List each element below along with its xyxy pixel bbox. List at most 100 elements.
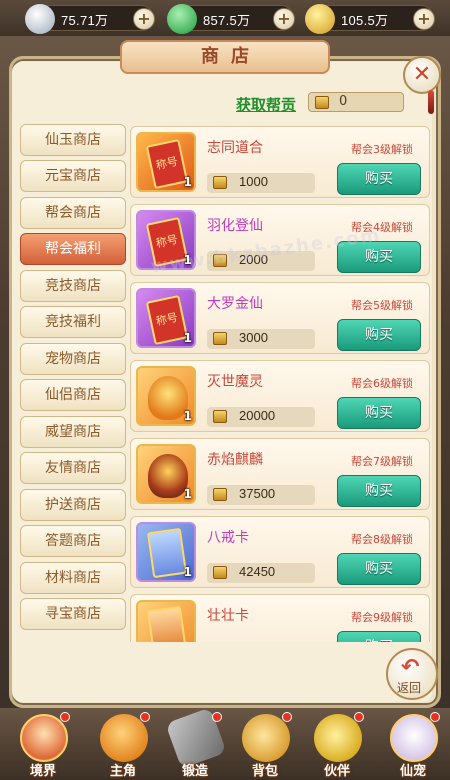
tab-friendship-shop[interactable]: 友情商店	[20, 452, 126, 484]
contribution-coin-icon	[213, 176, 227, 189]
tassel-ornament	[428, 90, 434, 114]
contribution-coin-icon	[213, 488, 227, 501]
tab-arena-welfare[interactable]: 竞技福利	[20, 306, 126, 338]
add-silver-button[interactable]: +	[133, 8, 155, 30]
get-contribution-link[interactable]: 获取帮贡	[236, 94, 296, 115]
buy-button[interactable]: 购买	[337, 319, 421, 351]
back-arrow-icon: ↶	[401, 655, 420, 680]
item-count: 1	[183, 487, 192, 501]
tab-arena-shop[interactable]: 竞技商店	[20, 270, 126, 302]
item-price-value: 42450	[239, 564, 276, 579]
unlock-requirement: 帮会5级解锁	[351, 299, 413, 312]
tab-guild-welfare[interactable]: 帮会福利	[20, 233, 126, 265]
item-count: 1	[183, 331, 192, 345]
notification-dot	[354, 712, 364, 722]
contribution-coin-icon	[213, 566, 227, 579]
silver-ingot-icon	[25, 4, 55, 34]
nav-hero[interactable]: 主角	[92, 712, 154, 779]
list-item: 1 八戒卡 42450 帮会8级解锁 购买	[130, 516, 430, 588]
page-title: 商店	[201, 46, 261, 67]
tab-pet-shop[interactable]: 宠物商店	[20, 343, 126, 375]
item-price: 42450	[207, 563, 315, 583]
contribution-value: 0	[339, 94, 348, 109]
currency-silver-value: 75.71万	[61, 13, 109, 28]
currency-gold: 105.5万 +	[305, 4, 435, 34]
pet-icon[interactable]: 1	[136, 444, 196, 504]
tab-material-shop[interactable]: 材料商店	[20, 562, 126, 594]
nav-label: 境界	[29, 764, 56, 779]
title-card-icon[interactable]: 称号 1	[136, 132, 196, 192]
unlock-requirement: 帮会6级解锁	[351, 377, 413, 390]
nav-label: 仙宠	[399, 764, 426, 779]
nav-label: 锻造	[181, 764, 208, 779]
nav-pet[interactable]: 仙宠	[382, 712, 444, 779]
jade-icon	[167, 4, 197, 34]
tab-escort-shop[interactable]: 护送商店	[20, 489, 126, 521]
buy-button[interactable]: 购买	[337, 475, 421, 507]
list-item: 1 灭世魔灵 20000 帮会6级解锁 购买	[130, 360, 430, 432]
notification-dot	[212, 712, 222, 722]
list-item: 称号 1 志同道合 1000 帮会3级解锁 购买	[130, 126, 430, 198]
currency-jade: 857.5万 +	[167, 4, 295, 34]
item-name: 大罗金仙	[207, 296, 263, 312]
buy-button[interactable]: 购买	[337, 553, 421, 585]
card-face	[146, 605, 188, 642]
tab-prestige-shop[interactable]: 威望商店	[20, 416, 126, 448]
tab-treasure-shop[interactable]: 寻宝商店	[20, 598, 126, 630]
notification-dot	[140, 712, 150, 722]
unlock-requirement: 帮会9级解锁	[351, 611, 413, 624]
contribution-coin-icon	[213, 332, 227, 345]
list-item: 1 赤焰麒麟 37500 帮会7级解锁 购买	[130, 438, 430, 510]
tab-quiz-shop[interactable]: 答题商店	[20, 525, 126, 557]
close-icon: ✕	[412, 62, 432, 87]
buy-button[interactable]: 购买	[337, 397, 421, 429]
item-price-value: 3000	[239, 330, 268, 345]
close-button[interactable]: ✕	[403, 56, 441, 94]
item-price: 37500	[207, 485, 315, 505]
contribution-coin-icon	[315, 96, 329, 109]
currency-gold-value: 105.5万	[341, 13, 389, 28]
card-face: 称号	[145, 138, 189, 190]
tab-companion-shop[interactable]: 仙侣商店	[20, 379, 126, 411]
item-price: 3000	[207, 329, 315, 349]
buy-button[interactable]: 购买	[337, 163, 421, 195]
nav-label: 背包	[251, 764, 278, 779]
nav-label: 主角	[109, 764, 136, 779]
tab-yuanbao-shop[interactable]: 元宝商店	[20, 160, 126, 192]
nav-bag[interactable]: 背包	[234, 712, 296, 779]
nav-realm[interactable]: 境界	[12, 712, 74, 779]
item-count: 1	[183, 409, 192, 423]
item-name: 灭世魔灵	[207, 374, 263, 390]
item-price-value: 1000	[239, 174, 268, 189]
unlock-requirement: 帮会3级解锁	[351, 143, 413, 156]
item-price: 20000	[207, 407, 315, 427]
back-button[interactable]: ↶ 返回	[386, 648, 438, 700]
transform-card-icon[interactable]: 1	[136, 600, 196, 642]
contribution-coin-icon	[213, 410, 227, 423]
pet-icon[interactable]: 1	[136, 366, 196, 426]
bag-icon	[242, 714, 290, 762]
transform-card-icon[interactable]: 1	[136, 522, 196, 582]
item-name: 羽化登仙	[207, 218, 263, 234]
pet-companion-icon	[390, 714, 438, 762]
tab-guild-shop[interactable]: 帮会商店	[20, 197, 126, 229]
item-list[interactable]: 称号 1 志同道合 1000 帮会3级解锁 购买 称号 1 羽化登仙 2000 …	[130, 124, 430, 642]
card-face: 称号	[145, 294, 189, 346]
item-name: 八戒卡	[207, 530, 249, 546]
add-gold-button[interactable]: +	[413, 8, 435, 30]
pet-figure	[148, 454, 188, 498]
item-price: 1000	[207, 173, 315, 193]
add-jade-button[interactable]: +	[273, 8, 295, 30]
nav-forge[interactable]: 锻造	[164, 707, 227, 779]
realm-icon	[20, 714, 68, 762]
hero-icon	[100, 714, 148, 762]
card-face	[146, 527, 188, 579]
currency-jade-value: 857.5万	[203, 13, 251, 28]
unlock-requirement: 帮会7级解锁	[351, 455, 413, 468]
item-count: 1	[183, 565, 192, 579]
title-card-icon[interactable]: 称号 1	[136, 288, 196, 348]
tab-xianyu-shop[interactable]: 仙玉商店	[20, 124, 126, 156]
contribution-balance: 0	[308, 92, 404, 112]
nav-partner[interactable]: 伙伴	[306, 712, 368, 779]
buy-button[interactable]: 购买	[337, 631, 421, 642]
